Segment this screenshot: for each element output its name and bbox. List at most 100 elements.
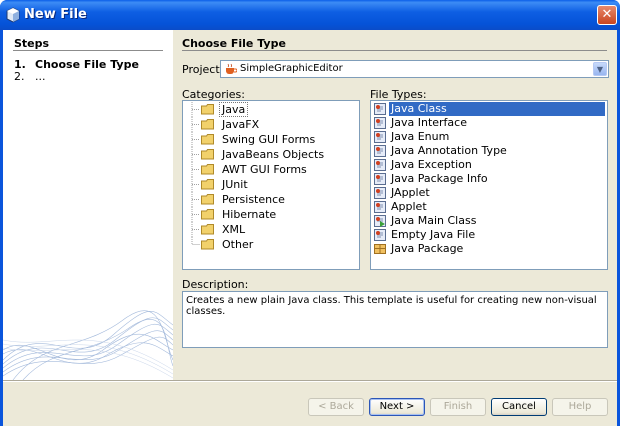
folder-icon (201, 119, 214, 130)
file-type-label: Empty Java File (391, 228, 476, 241)
description-label: Description: (182, 278, 249, 291)
file-types-list[interactable]: Java Class Java Interface Java Enum Java… (370, 100, 608, 270)
new-file-dialog: New File ✕ Steps 1. Choose File Type 2...… (0, 0, 620, 426)
java-class-icon (374, 187, 386, 199)
step-pending: 2.... (14, 70, 46, 83)
folder-icon (201, 164, 214, 175)
category-item[interactable]: Other (183, 237, 359, 252)
category-label: Other (222, 238, 254, 251)
tree-line (191, 192, 200, 207)
category-label: Hibernate (222, 208, 277, 221)
file-type-item[interactable]: Java Enum (371, 130, 607, 144)
tree-line (191, 117, 200, 132)
folder-icon (201, 224, 214, 235)
cancel-button[interactable]: Cancel (491, 398, 547, 416)
java-class-icon (374, 229, 386, 241)
package-icon (374, 244, 386, 254)
folder-icon (201, 239, 214, 250)
tree-line (191, 102, 200, 117)
categories-tree[interactable]: Java JavaFX Swing GUI Forms JavaBeans Ob… (182, 100, 360, 270)
java-class-icon (374, 131, 386, 143)
steps-divider (13, 50, 163, 51)
category-label: JavaBeans Objects (222, 148, 325, 161)
category-label: AWT GUI Forms (222, 163, 307, 176)
java-class-icon (374, 117, 386, 129)
button-bar-divider-highlight (3, 381, 617, 382)
file-type-label: Java Interface (391, 116, 467, 129)
java-main-class-icon (374, 215, 386, 227)
file-type-label: Java Class (389, 102, 605, 116)
chevron-down-icon[interactable]: ▼ (593, 62, 607, 76)
java-class-icon (374, 159, 386, 171)
finish-button[interactable]: Finish (430, 398, 486, 416)
close-button[interactable]: ✕ (597, 5, 617, 25)
file-type-label: Java Package (391, 242, 464, 255)
category-item[interactable]: Java (183, 102, 359, 117)
file-type-item[interactable]: Java Main Class (371, 214, 607, 228)
netbeans-cube-icon (6, 7, 20, 23)
folder-icon (201, 149, 214, 160)
category-label: XML (222, 223, 246, 236)
file-type-item[interactable]: Applet (371, 200, 607, 214)
steps-panel: Steps 1. Choose File Type 2.... (3, 30, 173, 380)
file-type-label: Applet (391, 200, 427, 213)
folder-icon (201, 179, 214, 190)
folder-icon (201, 209, 214, 220)
title-divider (182, 50, 607, 51)
file-type-item[interactable]: JApplet (371, 186, 607, 200)
category-item[interactable]: AWT GUI Forms (183, 162, 359, 177)
back-button[interactable]: < Back (308, 398, 364, 416)
tree-line (191, 147, 200, 162)
category-item[interactable]: Swing GUI Forms (183, 132, 359, 147)
file-type-item[interactable]: Java Exception (371, 158, 607, 172)
step-label: Choose File Type (35, 58, 139, 71)
tree-line (191, 222, 200, 237)
project-label: Project: (182, 63, 224, 76)
folder-icon (201, 194, 214, 205)
close-icon: ✕ (601, 7, 613, 22)
file-type-label: Java Package Info (391, 172, 488, 185)
category-item[interactable]: JavaFX (183, 117, 359, 132)
step-number: 2. (14, 70, 25, 83)
step-label: ... (35, 70, 46, 83)
tree-line (191, 177, 200, 192)
category-item[interactable]: Hibernate (183, 207, 359, 222)
category-item[interactable]: Persistence (183, 192, 359, 207)
file-type-item[interactable]: Empty Java File (371, 228, 607, 242)
project-value: SimpleGraphicEditor (240, 63, 343, 74)
file-type-item[interactable]: Java Annotation Type (371, 144, 607, 158)
description-text: Creates a new plain Java class. This tem… (182, 291, 608, 348)
tree-line (191, 132, 200, 147)
java-class-icon (374, 103, 386, 115)
category-item[interactable]: JavaBeans Objects (183, 147, 359, 162)
file-type-label: Java Main Class (391, 214, 477, 227)
java-class-icon (374, 201, 386, 213)
page-title: Choose File Type (182, 37, 286, 50)
category-label: Swing GUI Forms (222, 133, 316, 146)
category-item[interactable]: XML (183, 222, 359, 237)
project-dropdown[interactable]: SimpleGraphicEditor ▼ (220, 60, 609, 78)
folder-icon (201, 104, 214, 115)
title-bar[interactable]: New File ✕ (0, 0, 620, 30)
java-project-cup-icon (226, 63, 237, 74)
file-type-item[interactable]: Java Package (371, 242, 607, 256)
dialog-client-area: Steps 1. Choose File Type 2.... Choose F… (3, 30, 617, 426)
file-type-label: Java Exception (391, 158, 472, 171)
file-type-label: JApplet (391, 186, 430, 199)
file-type-label: Java Enum (391, 130, 450, 143)
main-panel: Choose File Type Project: SimpleGraphicE… (173, 30, 617, 380)
folder-icon (201, 134, 214, 145)
window-title: New File (24, 7, 87, 22)
file-type-item[interactable]: Java Class (371, 102, 607, 116)
help-button[interactable]: Help (552, 398, 608, 416)
file-type-label: Java Annotation Type (391, 144, 507, 157)
category-item[interactable]: JUnit (183, 177, 359, 192)
java-class-icon (374, 173, 386, 185)
file-type-item[interactable]: Java Package Info (371, 172, 607, 186)
category-label: Java (218, 102, 249, 117)
tree-line (191, 237, 200, 245)
decorative-waves-image (3, 310, 173, 380)
steps-title: Steps (14, 37, 50, 50)
next-button[interactable]: Next > (369, 398, 425, 416)
file-type-item[interactable]: Java Interface (371, 116, 607, 130)
